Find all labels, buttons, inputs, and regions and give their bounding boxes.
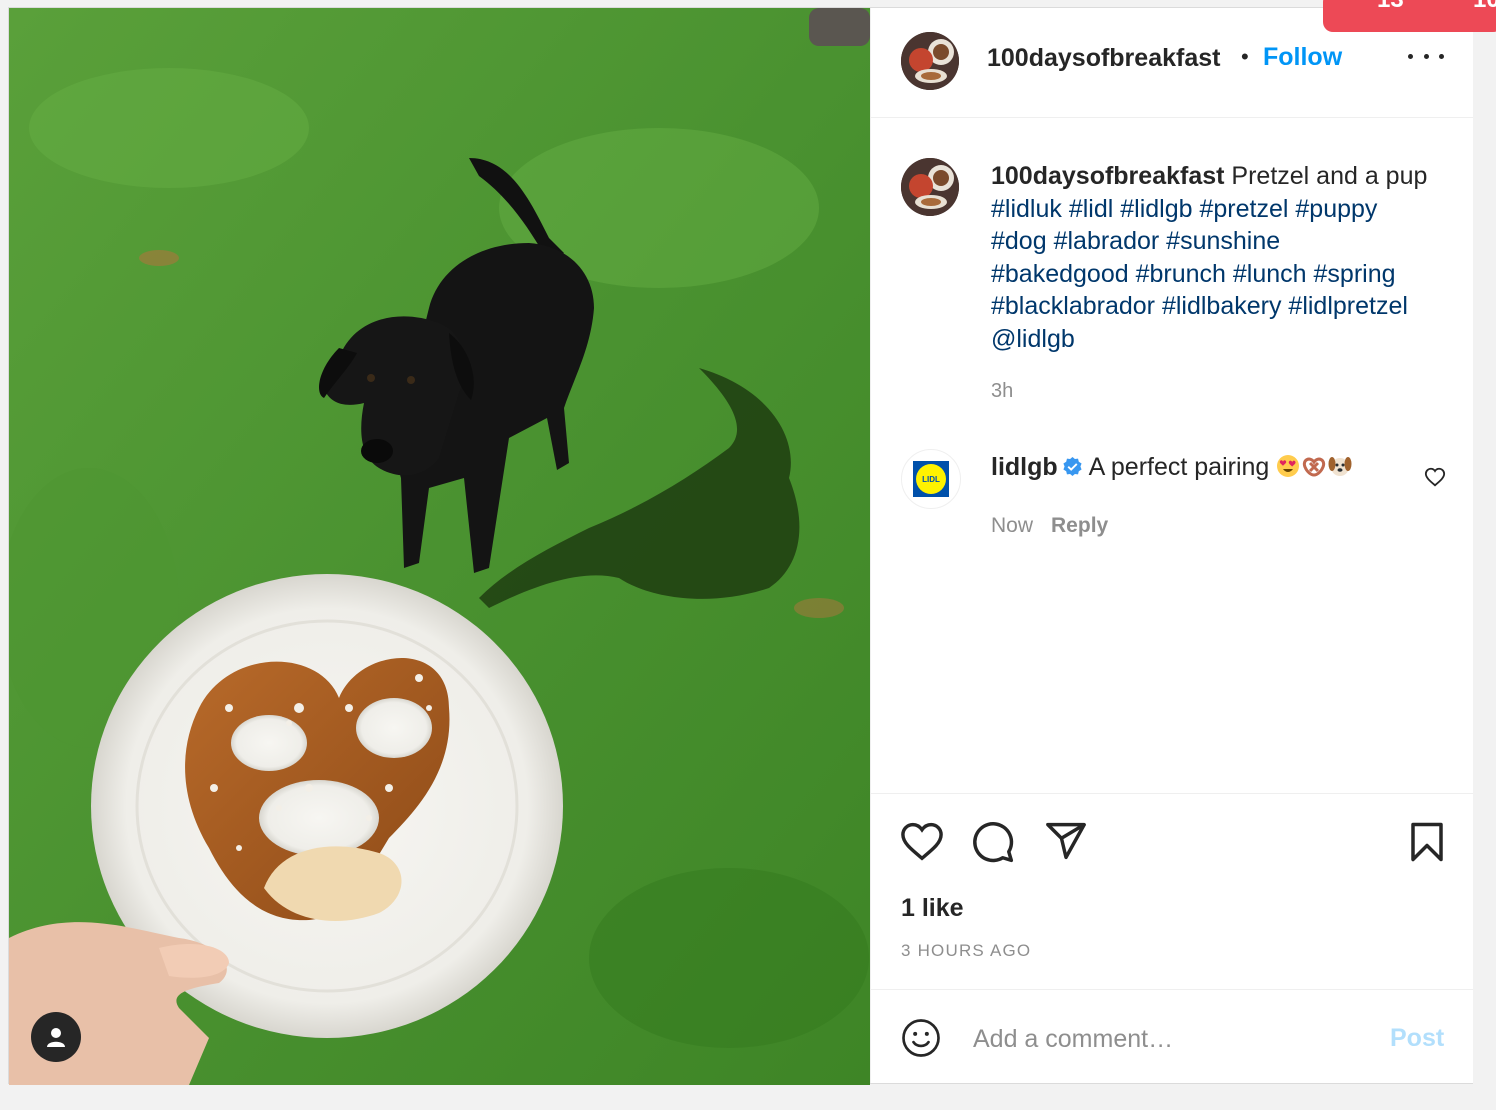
hashtag[interactable]: #blacklabrador [991, 292, 1155, 320]
hashtag[interactable]: #lidlgb [1120, 195, 1192, 223]
hashtag[interactable]: #brunch [1136, 260, 1226, 288]
post-comment-button[interactable]: Post [1390, 1024, 1444, 1053]
user-tag-button[interactable] [31, 1012, 81, 1062]
hashtag[interactable]: #lunch [1233, 260, 1307, 288]
add-comment-bar: Post [871, 989, 1473, 1084]
commenter-avatar[interactable]: LIDL [901, 449, 961, 509]
reply-button[interactable]: Reply [1051, 514, 1108, 537]
more-icon[interactable] [1408, 46, 1444, 66]
author-avatar[interactable] [901, 32, 959, 90]
post-photo[interactable] [9, 8, 870, 1085]
pretzel-emoji [1303, 457, 1326, 477]
caption-author[interactable]: 100daysofbreakfast [991, 162, 1224, 190]
comment-time[interactable]: Now [991, 514, 1033, 537]
comment-icon[interactable] [971, 820, 1015, 864]
post-image [9, 8, 870, 1085]
hashtag[interactable]: #lidlpretzel [1288, 292, 1408, 320]
notification-comment-count: 13 [1377, 0, 1404, 14]
bookmark-icon[interactable] [1409, 821, 1445, 863]
hashtag[interactable]: #bakedgood [991, 260, 1129, 288]
separator-dot: • [1241, 44, 1249, 69]
follow-button[interactable]: Follow [1263, 43, 1342, 72]
comment-input[interactable] [971, 1020, 1365, 1058]
mention[interactable]: @lidlgb [991, 325, 1075, 353]
hashtag[interactable]: #lidluk [991, 195, 1062, 223]
notification-like-count: 10 [1473, 0, 1496, 14]
author-username[interactable]: 100daysofbreakfast [987, 44, 1220, 73]
post-dialog: 100daysofbreakfast • Follow 100daysofbre… [8, 7, 1473, 1085]
verified-icon [1063, 456, 1082, 477]
caption-author-avatar[interactable] [901, 158, 959, 216]
hashtag[interactable]: #labrador [1054, 227, 1160, 255]
avatar-image [901, 32, 959, 90]
hashtag[interactable]: #lidl [1069, 195, 1113, 223]
post-caption: 100daysofbreakfast Pretzel and a pup #li… [991, 160, 1461, 355]
post-actions: 1 like 3 HOURS AGO [871, 793, 1473, 994]
hashtag[interactable]: #sunshine [1166, 227, 1280, 255]
user-tag-icon [47, 1028, 65, 1047]
dog-face-emoji [1328, 457, 1352, 476]
heart-eyes-emoji [1277, 455, 1300, 477]
share-icon[interactable] [1044, 821, 1088, 861]
caption-text: Pretzel and a pup [1231, 162, 1428, 190]
hashtag[interactable]: #dog [991, 227, 1047, 255]
hashtag[interactable]: #puppy [1295, 195, 1377, 223]
post-timestamp[interactable]: 3 HOURS AGO [901, 941, 1031, 961]
notification-badge[interactable]: 13 10 [1323, 0, 1496, 32]
comment-author[interactable]: lidlgb [991, 453, 1058, 481]
caption-time[interactable]: 3h [991, 380, 1013, 403]
smile-icon[interactable] [901, 1018, 941, 1058]
comment-emojis [1277, 455, 1352, 477]
hashtag[interactable]: #spring [1314, 260, 1396, 288]
comment: lidlgb A perfect pairing [991, 453, 1352, 482]
lidl-logo: LIDL [913, 461, 949, 497]
comment-text: A perfect pairing [1088, 453, 1270, 481]
post-sidebar: 100daysofbreakfast • Follow 100daysofbre… [870, 8, 1473, 1083]
avatar-image [901, 158, 959, 216]
hashtag[interactable]: #pretzel [1200, 195, 1289, 223]
hashtag[interactable]: #lidlbakery [1162, 292, 1282, 320]
heart-icon[interactable] [900, 821, 944, 861]
comment-meta: Now Reply [991, 514, 1108, 538]
comment-like-heart-icon[interactable] [1424, 466, 1446, 488]
like-count[interactable]: 1 like [901, 894, 964, 923]
